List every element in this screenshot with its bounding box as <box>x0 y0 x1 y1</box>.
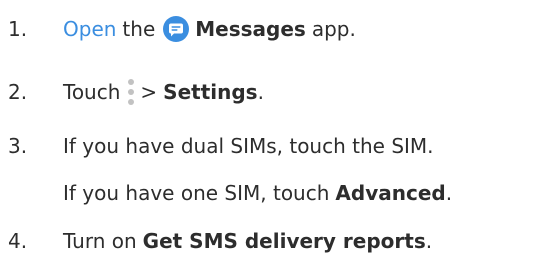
step-number: 4. <box>8 229 28 253</box>
open-link[interactable]: Open <box>63 17 116 41</box>
more-vert-icon <box>126 79 136 105</box>
get-sms-delivery-reports-label: Get SMS delivery reports <box>142 229 426 253</box>
step-number: 2. <box>8 80 28 104</box>
step-number: 1. <box>8 17 28 41</box>
advanced-label: Advanced <box>335 181 446 205</box>
step-number: 3. <box>8 134 28 158</box>
settings-label: Settings <box>163 80 258 104</box>
messages-app-name: Messages <box>195 17 306 41</box>
messages-app-icon <box>163 16 190 42</box>
